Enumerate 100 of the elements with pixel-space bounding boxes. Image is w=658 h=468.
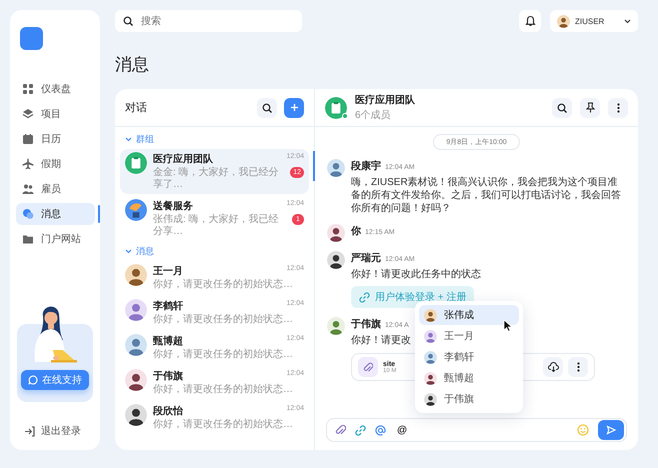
- nav-item[interactable]: 假期: [16, 153, 95, 175]
- contact-name: 段欣怡: [153, 404, 183, 418]
- attach-button[interactable]: [335, 424, 346, 436]
- link-icon: [359, 292, 370, 302]
- mention-option[interactable]: 李鹤轩: [419, 347, 519, 367]
- message-input[interactable]: @: [395, 424, 568, 436]
- mention-option[interactable]: 甄博超: [419, 368, 519, 388]
- avatar-icon: [424, 372, 437, 384]
- avatar-icon: [327, 224, 345, 242]
- layers-icon: [22, 108, 34, 120]
- new-chat-button[interactable]: [284, 98, 304, 118]
- support-button[interactable]: 在线支持: [21, 370, 89, 390]
- search-icon: [262, 102, 272, 112]
- avatar-icon: [125, 369, 147, 391]
- active-indicator: [313, 151, 315, 181]
- section-toggle[interactable]: 群组: [120, 131, 309, 147]
- cursor-icon: [503, 319, 513, 332]
- message-composer[interactable]: @: [326, 418, 627, 442]
- delivery-icon: [125, 199, 147, 221]
- chevron-down-icon: [125, 136, 132, 142]
- download-button[interactable]: [543, 357, 563, 377]
- member-count: 6个成员: [355, 108, 392, 122]
- avatar-icon: [424, 350, 437, 364]
- smiley-icon: [577, 424, 589, 436]
- avatar-icon: [424, 330, 437, 342]
- avatar-icon: [327, 251, 345, 269]
- send-button[interactable]: [598, 420, 624, 440]
- avatar-icon: [424, 392, 437, 406]
- more-icon: [616, 102, 620, 112]
- message-text: 你好！请更改此任务中的状态: [351, 268, 481, 281]
- nav-item[interactable]: 日历: [16, 128, 95, 150]
- contact-name: 医疗应用团队: [153, 152, 213, 166]
- avatar-icon: [327, 317, 345, 335]
- section-toggle[interactable]: 消息: [120, 243, 309, 259]
- chat-bubble-icon: [28, 375, 38, 385]
- message-text: 嗨，ZIUSER素材说！很高兴认识你，我会把我为这个项目准备的所有文件发给你。之后，我们可以打电话讨论，我会回答你所有的问题！好吗？: [351, 176, 622, 215]
- folder-icon: [22, 233, 34, 245]
- avatar-icon: [125, 404, 147, 426]
- message-preview: 金金: 嗨，大家好，我已经分享了…: [153, 167, 280, 191]
- chevron-down-icon: [125, 248, 132, 254]
- chevron-down-icon: [624, 18, 631, 24]
- search-field[interactable]: 搜索: [115, 10, 302, 32]
- nav-item[interactable]: 门户网站: [16, 228, 95, 250]
- page-title: 消息: [115, 54, 150, 76]
- cloud-download-icon: [548, 362, 558, 372]
- message-preview: 你好，请更改任务的初始状态…: [153, 384, 294, 396]
- user-menu[interactable]: ZIUSER: [550, 10, 638, 32]
- more-button[interactable]: [568, 357, 588, 377]
- avatar-icon: [327, 159, 345, 177]
- message-preview: 张伟成: 嗨，大家好，我已经分享…: [153, 214, 280, 238]
- nav-item[interactable]: 仪表盘: [16, 78, 95, 100]
- mention-button[interactable]: [375, 424, 386, 436]
- message-preview: 你好，请更改任务的初始状态…: [153, 279, 294, 291]
- send-icon: [606, 425, 616, 435]
- nav-item[interactable]: 雇员: [16, 178, 95, 200]
- logo-icon: [20, 27, 43, 50]
- sender-name: 于伟旗: [351, 318, 381, 331]
- avatar-icon: [125, 264, 147, 286]
- message-preview: 你好，请更改任务的初始状态…: [153, 314, 294, 326]
- sender-name: 你: [351, 224, 361, 238]
- avatar-icon: [557, 14, 570, 28]
- contact-name: 于伟旗: [153, 370, 183, 383]
- clipboard-icon: [325, 96, 347, 118]
- pin-button[interactable]: [580, 98, 600, 118]
- sender-name: 严瑞元: [351, 252, 381, 265]
- bell-icon: [524, 15, 536, 27]
- contact-name: 送餐服务: [153, 200, 193, 213]
- notification-button[interactable]: [519, 10, 541, 32]
- chat-bubbles-icon: [22, 208, 34, 220]
- message-text: 你好！请更改: [351, 334, 411, 347]
- clipboard-icon: [125, 152, 147, 174]
- avatar-icon: [424, 308, 437, 322]
- sender-name: 段康宇: [351, 159, 381, 173]
- airplane-icon: [22, 158, 34, 170]
- logout-button[interactable]: 退出登录: [24, 424, 100, 438]
- mention-option[interactable]: 张伟成: [419, 305, 519, 325]
- search-button[interactable]: [552, 98, 572, 118]
- calendar-icon: [22, 133, 34, 145]
- avatar-icon: [125, 334, 147, 356]
- active-indicator: [98, 205, 100, 223]
- contact-name: 王一月: [153, 265, 183, 278]
- link-icon: [355, 424, 366, 436]
- avatar-icon: [125, 299, 147, 321]
- nav-item[interactable]: 项目: [16, 103, 95, 125]
- search-input[interactable]: 搜索: [139, 14, 279, 28]
- plus-icon: [290, 103, 298, 112]
- more-button[interactable]: [608, 98, 628, 118]
- paperclip-icon: [358, 357, 378, 377]
- link-button[interactable]: [355, 424, 366, 436]
- pin-icon: [586, 102, 594, 113]
- logout-icon: [24, 426, 35, 436]
- mention-option[interactable]: 于伟旗: [419, 389, 519, 409]
- search-icon: [557, 102, 567, 112]
- people-icon: [22, 183, 34, 195]
- more-icon: [576, 362, 580, 372]
- search-button[interactable]: [257, 98, 277, 118]
- message-preview: 你好，请更改任务的初始状态…: [153, 419, 294, 431]
- grid-icon: [22, 83, 34, 95]
- contact-name: 甄博超: [153, 334, 183, 348]
- contact-name: 李鹤轩: [153, 300, 183, 313]
